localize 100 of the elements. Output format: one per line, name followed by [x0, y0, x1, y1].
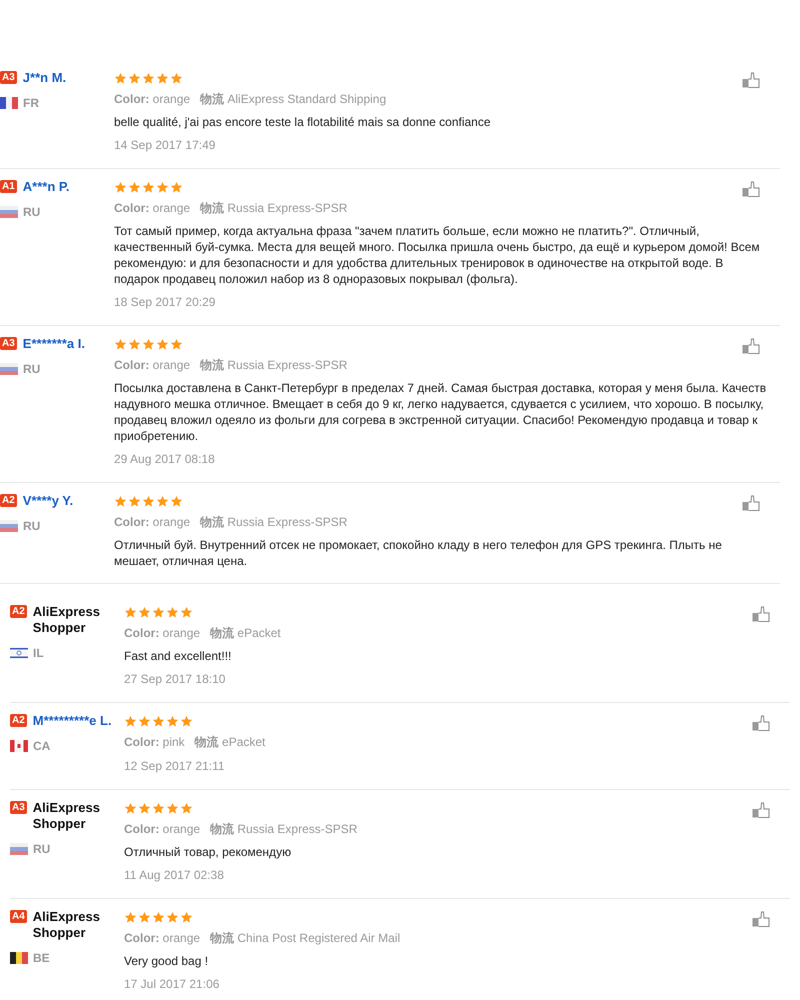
review-text: Посылка доставлена в Санкт-Петербург в пределах 7 дней. Самая быстрая доставка, которая у меня была. Качеств надувного мешка отличное. Вмещает в себя до 9 кг, легко надувается, сдувается с усилием, что хорошо. В посылку, продавец вложил одеяло из фольги для согрева в экстренной ситуации. Спасибо! Рекомендую продавца и товар к приобретению. [114, 380, 768, 444]
level-badge: A4 [10, 910, 27, 923]
shipping-info: 物流 AliExpress Standard Shipping [200, 91, 386, 108]
review-date: 11 Aug 2017 02:38 [124, 867, 225, 884]
reviewer-name[interactable]: A***n P. [22, 179, 70, 195]
thumbs-up-icon[interactable] [752, 715, 770, 731]
thumbs-up-icon[interactable] [752, 802, 770, 818]
country-code: IL [33, 645, 44, 662]
review-date: 12 Sep 2017 21:11 [124, 758, 226, 775]
review-text: Very good bag ! [124, 953, 210, 969]
star-icon [138, 802, 151, 814]
reviewer-name: AliExpress Shopper [32, 909, 101, 941]
color-info: Color: orange [124, 821, 200, 838]
star-icon [152, 714, 165, 728]
star-icon [142, 494, 155, 508]
star-icon [142, 180, 155, 194]
level-badge: A2 [10, 605, 27, 618]
star-icon [138, 606, 151, 618]
level-badge: A2 [10, 714, 27, 727]
flag-icon [0, 363, 18, 375]
reviewer-name[interactable]: V****y Y. [22, 493, 74, 509]
star-icon [170, 72, 183, 84]
reviewer-name[interactable]: E*******a I. [22, 336, 85, 352]
flag-icon [0, 206, 18, 218]
shipping-info: 物流 Russia Express-SPSR [200, 200, 348, 217]
star-icon [156, 180, 169, 194]
shipping-info: 物流 China Post Registered Air Mail [210, 930, 400, 947]
star-icon [166, 714, 179, 728]
color-info: Color: orange [124, 625, 200, 642]
level-badge: A3 [10, 801, 27, 814]
star-icon [114, 338, 127, 350]
thumbs-up-icon[interactable] [742, 338, 760, 354]
reviewer-name: AliExpress Shopper [32, 800, 101, 832]
star-icon [166, 606, 179, 618]
review-date: 14 Sep 2017 17:49 [114, 137, 216, 154]
level-badge: A2 [0, 494, 17, 507]
country-code: FR [23, 95, 39, 112]
review-date: 17 Jul 2017 21:06 [124, 976, 220, 993]
review-text: belle qualité, j'ai pas encore teste la flotabilité mais sa donne confiance [114, 114, 492, 130]
flag-icon [10, 843, 28, 855]
star-icon [124, 802, 137, 814]
thumbs-up-icon[interactable] [742, 181, 760, 197]
star-icon [156, 494, 169, 508]
star-icon [170, 494, 183, 508]
star-icon [180, 802, 193, 814]
star-icon [166, 910, 179, 924]
country-code: BE [33, 950, 50, 967]
star-icon [142, 72, 155, 84]
flag-icon [0, 520, 18, 532]
flag-icon [10, 740, 28, 752]
star-icon [170, 338, 183, 350]
star-icon [156, 338, 169, 350]
thumbs-up-icon[interactable] [742, 72, 760, 88]
level-badge: A3 [0, 337, 17, 350]
star-icon [166, 802, 179, 814]
shipping-info: 物流 ePacket [194, 734, 266, 751]
star-icon [128, 338, 141, 350]
star-icon [124, 910, 137, 924]
level-badge: A3 [0, 71, 17, 84]
thumbs-up-icon[interactable] [742, 495, 760, 511]
star-icon [138, 910, 151, 924]
review-text: Отличный буй. Внутренний отсек не промокает, спокойно кладу в него телефон для GPS трекинга. Плыть не мешает, отличная цена. [114, 537, 723, 569]
color-info: Color: orange [124, 930, 200, 947]
thumbs-up-icon[interactable] [752, 911, 770, 927]
review-date: 18 Sep 2017 20:29 [114, 294, 216, 311]
review-text: Отличный товар, рекомендую [124, 844, 292, 860]
color-info: Color: pink [124, 734, 185, 751]
country-code: RU [23, 518, 40, 535]
reviewer-name[interactable]: J**n M. [22, 70, 66, 86]
color-info: Color: orange [114, 357, 190, 374]
shipping-info: 物流 Russia Express-SPSR [210, 821, 358, 838]
star-icon [152, 910, 165, 924]
star-icon [170, 180, 183, 194]
review-text: Тот самый пример, когда актуальна фраза "зачем платить больше, если можно не платить?". Отличный, качественный буй-сумка. Места для вещей много. Посылка пришла очень быстро, да ещё и курьером домой! Всем рекомендую: и для безопасности и для удобства длительных тренировок в одиночестве на открытой воде. В подарок продавец положил набор из 8 одноразовых покрывал (фольга). [114, 223, 761, 287]
star-icon [128, 72, 141, 84]
star-icon [114, 72, 127, 84]
review-date: 27 Sep 2017 18:10 [124, 671, 226, 688]
shipping-info: 物流 Russia Express-SPSR [200, 357, 348, 374]
color-info: Color: orange [114, 91, 190, 108]
country-code: CA [33, 738, 50, 755]
star-icon [180, 606, 193, 618]
star-icon [152, 606, 165, 618]
country-code: RU [23, 204, 40, 221]
star-icon [124, 714, 137, 728]
flag-icon [10, 952, 28, 964]
star-icon [124, 606, 137, 618]
review-date: 29 Aug 2017 08:18 [114, 451, 216, 468]
star-icon [114, 180, 127, 194]
reviewer-name[interactable]: M*********e L. [32, 713, 112, 729]
color-info: Color: orange [114, 514, 190, 531]
star-icon [128, 494, 141, 508]
reviewer-name: AliExpress Shopper [32, 604, 101, 636]
shipping-info: 物流 ePacket [210, 625, 281, 642]
star-icon [152, 802, 165, 814]
country-code: RU [23, 361, 40, 378]
thumbs-up-icon[interactable] [752, 606, 770, 622]
color-info: Color: orange [114, 200, 190, 217]
shipping-info: 物流 Russia Express-SPSR [200, 514, 348, 531]
star-icon [128, 180, 141, 194]
country-code: RU [33, 841, 50, 858]
